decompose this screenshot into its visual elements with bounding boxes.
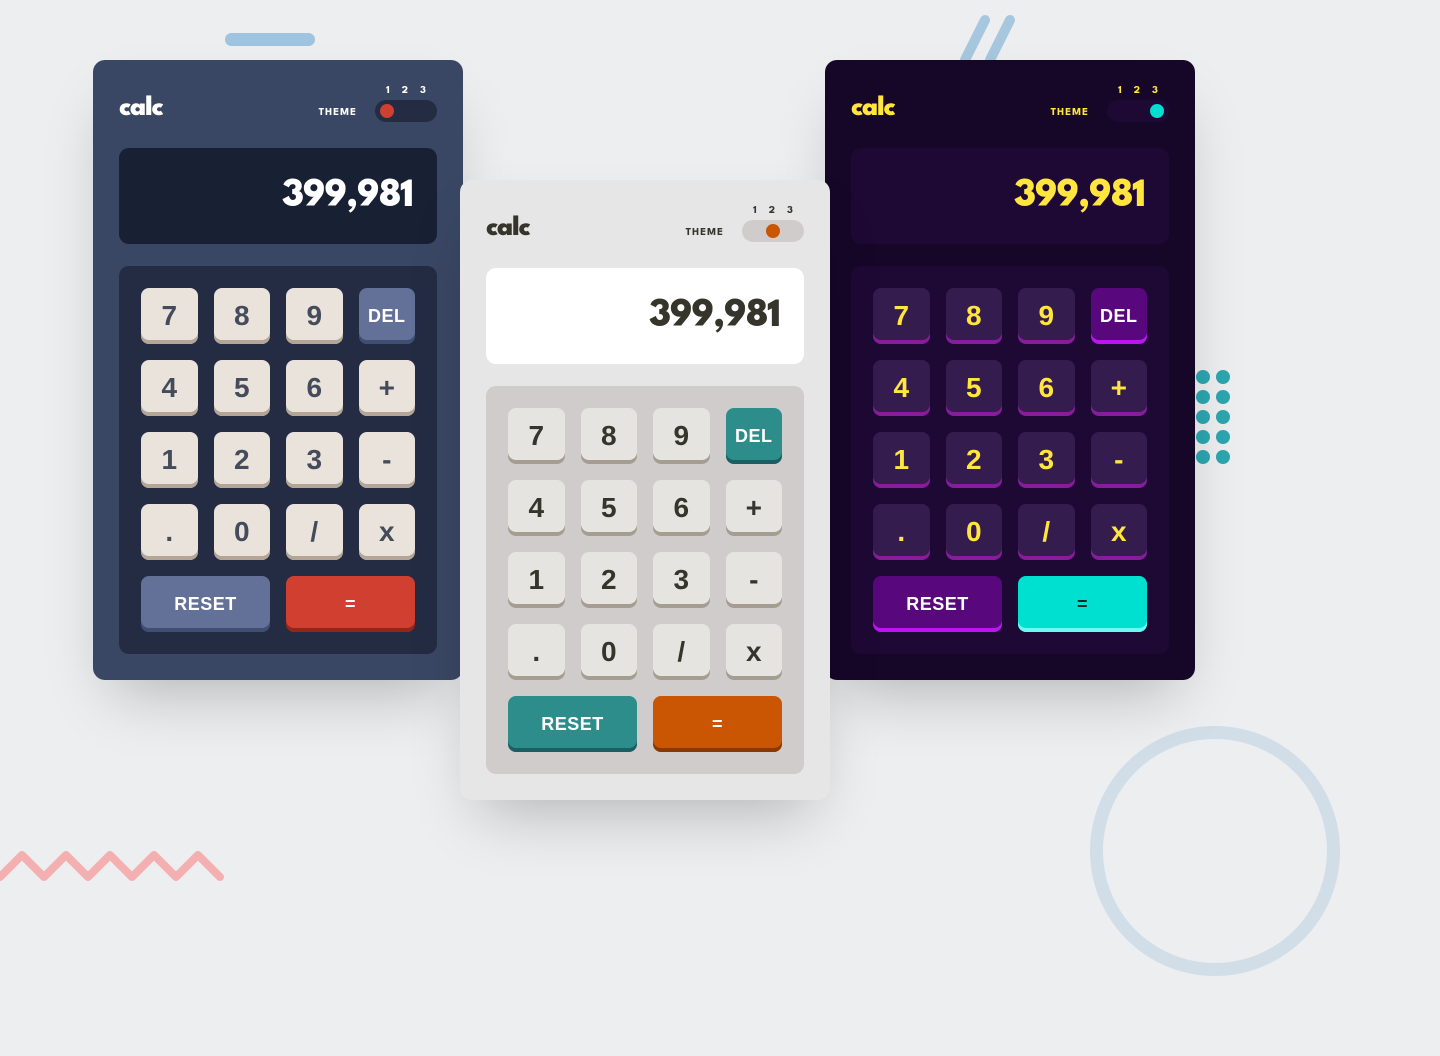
- decoration-circle: [1090, 726, 1340, 976]
- key-0[interactable]: 0: [214, 504, 271, 560]
- key-minus[interactable]: -: [1091, 432, 1148, 488]
- key-6[interactable]: 6: [653, 480, 710, 536]
- app-logo: calc: [119, 96, 163, 122]
- key-9[interactable]: 9: [286, 288, 343, 344]
- key-dot[interactable]: .: [873, 504, 930, 560]
- key-divide[interactable]: /: [1018, 504, 1075, 560]
- key-8[interactable]: 8: [581, 408, 638, 464]
- display: 399,981: [486, 268, 804, 364]
- key-equals[interactable]: =: [1018, 576, 1147, 632]
- theme-option-2[interactable]: 2: [1134, 86, 1140, 96]
- key-5[interactable]: 5: [214, 360, 271, 416]
- key-3[interactable]: 3: [1018, 432, 1075, 488]
- theme-option-2[interactable]: 2: [402, 86, 408, 96]
- key-2[interactable]: 2: [581, 552, 638, 608]
- key-equals[interactable]: =: [653, 696, 782, 752]
- key-7[interactable]: 7: [141, 288, 198, 344]
- key-3[interactable]: 3: [286, 432, 343, 488]
- theme-option-1[interactable]: 1: [753, 206, 757, 216]
- key-6[interactable]: 6: [286, 360, 343, 416]
- calculator-theme-1: calc THEME 1 2 3 399,981 7 8 9 DEL 4 5 6…: [93, 60, 463, 680]
- key-del[interactable]: DEL: [359, 288, 416, 344]
- key-equals[interactable]: =: [286, 576, 415, 632]
- theme-label: THEME: [1051, 108, 1089, 118]
- key-plus[interactable]: +: [726, 480, 783, 536]
- key-multiply[interactable]: x: [726, 624, 783, 680]
- calculator-theme-3: calc THEME 1 2 3 399,981 7 8 9 DEL 4 5 6…: [825, 60, 1195, 680]
- keypad: 7 8 9 DEL 4 5 6 + 1 2 3 - . 0 / x RESET …: [851, 266, 1169, 654]
- key-plus[interactable]: +: [359, 360, 416, 416]
- key-5[interactable]: 5: [581, 480, 638, 536]
- keypad: 7 8 9 DEL 4 5 6 + 1 2 3 - . 0 / x RESET …: [119, 266, 437, 654]
- key-del[interactable]: DEL: [726, 408, 783, 464]
- key-reset[interactable]: RESET: [873, 576, 1002, 632]
- theme-option-3[interactable]: 3: [420, 86, 426, 96]
- theme-option-3[interactable]: 3: [787, 206, 793, 216]
- decoration-zigzag: [0, 847, 250, 892]
- key-1[interactable]: 1: [141, 432, 198, 488]
- key-2[interactable]: 2: [214, 432, 271, 488]
- key-0[interactable]: 0: [946, 504, 1003, 560]
- key-1[interactable]: 1: [873, 432, 930, 488]
- calculator-theme-2: calc THEME 1 2 3 399,981 7 8 9 DEL 4 5 6…: [460, 180, 830, 800]
- key-multiply[interactable]: x: [1091, 504, 1148, 560]
- app-logo: calc: [486, 216, 530, 242]
- key-1[interactable]: 1: [508, 552, 565, 608]
- key-multiply[interactable]: x: [359, 504, 416, 560]
- key-4[interactable]: 4: [508, 480, 565, 536]
- key-divide[interactable]: /: [286, 504, 343, 560]
- key-minus[interactable]: -: [359, 432, 416, 488]
- app-logo: calc: [851, 96, 895, 122]
- theme-toggle[interactable]: [742, 220, 804, 242]
- theme-option-3[interactable]: 3: [1152, 86, 1158, 96]
- key-reset[interactable]: RESET: [508, 696, 637, 752]
- decoration-bar: [225, 33, 315, 46]
- key-6[interactable]: 6: [1018, 360, 1075, 416]
- key-4[interactable]: 4: [873, 360, 930, 416]
- theme-option-1[interactable]: 1: [386, 86, 390, 96]
- theme-label: THEME: [319, 108, 357, 118]
- key-9[interactable]: 9: [653, 408, 710, 464]
- key-reset[interactable]: RESET: [141, 576, 270, 632]
- display: 399,981: [851, 148, 1169, 244]
- key-del[interactable]: DEL: [1091, 288, 1148, 344]
- key-5[interactable]: 5: [946, 360, 1003, 416]
- key-divide[interactable]: /: [653, 624, 710, 680]
- key-4[interactable]: 4: [141, 360, 198, 416]
- theme-toggle[interactable]: [1107, 100, 1169, 122]
- key-plus[interactable]: +: [1091, 360, 1148, 416]
- key-7[interactable]: 7: [873, 288, 930, 344]
- key-minus[interactable]: -: [726, 552, 783, 608]
- theme-option-2[interactable]: 2: [769, 206, 775, 216]
- key-dot[interactable]: .: [508, 624, 565, 680]
- key-7[interactable]: 7: [508, 408, 565, 464]
- display: 399,981: [119, 148, 437, 244]
- theme-label: THEME: [686, 228, 724, 238]
- keypad: 7 8 9 DEL 4 5 6 + 1 2 3 - . 0 / x RESET …: [486, 386, 804, 774]
- key-3[interactable]: 3: [653, 552, 710, 608]
- theme-toggle[interactable]: [375, 100, 437, 122]
- key-8[interactable]: 8: [214, 288, 271, 344]
- theme-option-1[interactable]: 1: [1118, 86, 1122, 96]
- key-8[interactable]: 8: [946, 288, 1003, 344]
- key-dot[interactable]: .: [141, 504, 198, 560]
- key-0[interactable]: 0: [581, 624, 638, 680]
- key-2[interactable]: 2: [946, 432, 1003, 488]
- key-9[interactable]: 9: [1018, 288, 1075, 344]
